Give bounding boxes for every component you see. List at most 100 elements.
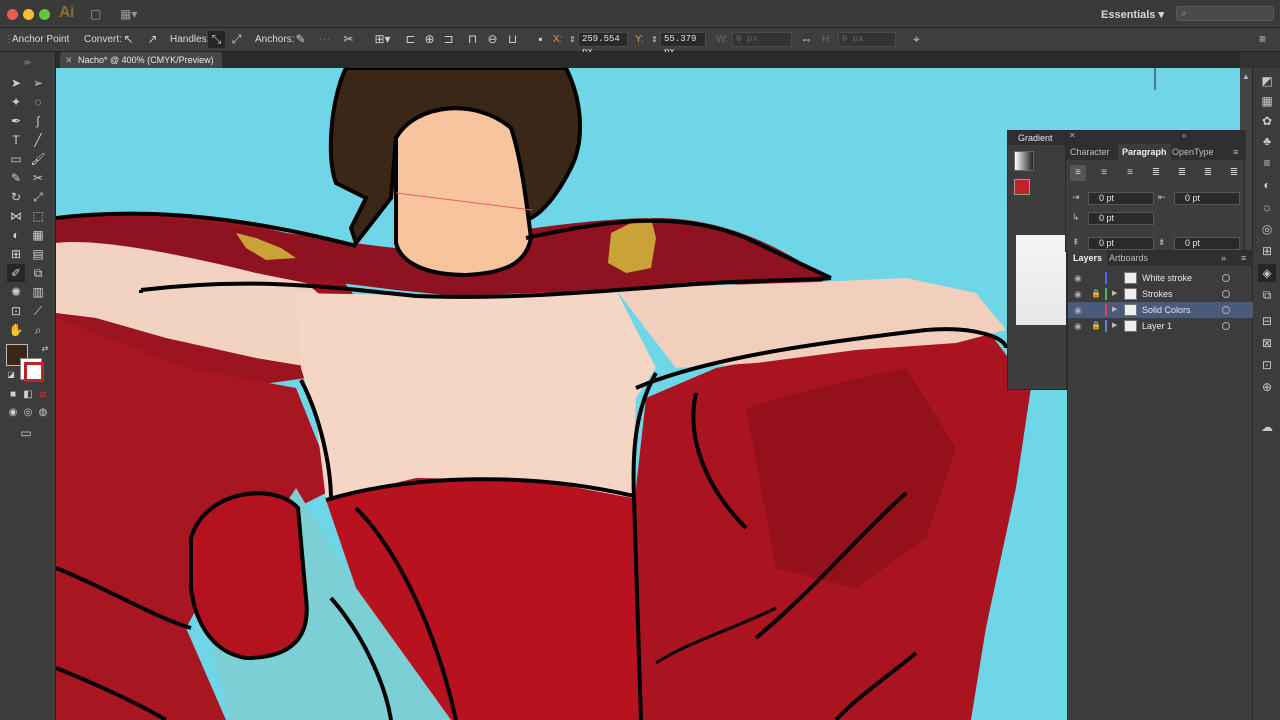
hide-handles-icon[interactable]: ⤢ <box>228 31 245 48</box>
height-field[interactable]: 0 px <box>838 32 896 47</box>
rotate-tool-icon[interactable]: ↻ <box>7 188 25 206</box>
transform-icon[interactable]: ⊡ <box>1258 356 1276 374</box>
layers-icon[interactable]: ◈ <box>1258 264 1276 282</box>
layer-target-icon[interactable] <box>1222 274 1230 282</box>
justify-all-icon[interactable]: ≣ <box>1226 165 1242 181</box>
justify-center-icon[interactable]: ≣ <box>1174 165 1190 181</box>
shape-builder-tool-icon[interactable]: ◐ <box>7 226 25 244</box>
isolate-selected-icon[interactable]: ⌖ <box>908 31 925 48</box>
column-graph-tool-icon[interactable]: ▥ <box>29 283 47 301</box>
layer-row[interactable]: ◉ 🔒 ▶ Layer 1 <box>1068 318 1253 334</box>
libraries-icon[interactable]: ☁ <box>1258 418 1276 436</box>
remove-anchor-icon[interactable]: ✎ <box>292 31 309 48</box>
mesh-tool-icon[interactable]: ⊞ <box>7 245 25 263</box>
perspective-grid-tool-icon[interactable]: ▦ <box>29 226 47 244</box>
align-right-icon[interactable]: ⊐ <box>440 31 457 48</box>
free-transform-tool-icon[interactable]: ⬚ <box>29 207 47 225</box>
left-indent-field[interactable]: 0 pt <box>1088 192 1154 205</box>
selection-tool-icon[interactable]: ➤ <box>7 74 25 92</box>
width-tool-icon[interactable]: ⋈ <box>7 207 25 225</box>
visibility-eye-icon[interactable]: ◉ <box>1074 270 1082 286</box>
visibility-eye-icon[interactable]: ◉ <box>1074 302 1082 318</box>
layer-target-icon[interactable] <box>1222 290 1230 298</box>
curvature-tool-icon[interactable]: ∫ <box>29 112 47 130</box>
constrain-proportions-icon[interactable]: ⇔ <box>798 31 815 48</box>
align-top-icon[interactable]: ⊓ <box>464 31 481 48</box>
gradient-panel-title[interactable]: Gradient <box>1008 131 1068 145</box>
blend-tool-icon[interactable]: ⧉ <box>29 264 47 282</box>
align-to-icon[interactable]: ⊞▾ <box>374 31 391 48</box>
paintbrush-tool-icon[interactable]: 🖌 <box>29 150 47 168</box>
expand-panel-icon[interactable]: » <box>1216 250 1231 266</box>
align-bottom-icon[interactable]: ⊔ <box>504 31 521 48</box>
links-icon[interactable]: ⊕ <box>1258 378 1276 396</box>
visibility-eye-icon[interactable]: ◉ <box>1074 286 1082 302</box>
convert-to-corner-icon[interactable]: ↖ <box>120 31 137 48</box>
justify-left-icon[interactable]: ≣ <box>1148 165 1164 181</box>
align-left-icon[interactable]: ⊏ <box>402 31 419 48</box>
default-fill-stroke-icon[interactable]: ◪ <box>2 366 20 384</box>
show-handles-icon[interactable]: ⤡ <box>208 31 225 48</box>
document-tab[interactable]: ✕ Nacho* @ 400% (CMYK/Preview) <box>60 52 222 68</box>
gradient-icon[interactable]: ◐ <box>1258 176 1276 194</box>
align-right-text-icon[interactable]: ≡ <box>1122 165 1138 181</box>
justify-right-icon[interactable]: ≣ <box>1200 165 1216 181</box>
layer-target-icon[interactable] <box>1222 322 1230 330</box>
first-line-indent-field[interactable]: 0 pt <box>1088 212 1154 225</box>
minimize-window-button[interactable] <box>23 9 34 20</box>
type-tool-icon[interactable]: T <box>7 131 25 149</box>
line-tool-icon[interactable]: ╱ <box>29 131 47 149</box>
control-bar-menu-icon[interactable]: ≡ <box>1254 31 1271 48</box>
help-search-input[interactable]: ⌕ <box>1176 6 1274 21</box>
space-after-field[interactable]: 0 pt <box>1174 237 1240 250</box>
symbols-icon[interactable]: ♣ <box>1258 132 1276 150</box>
appearance-icon[interactable]: ◎ <box>1258 220 1276 238</box>
close-document-icon[interactable]: ✕ <box>65 52 73 68</box>
tab-layers[interactable]: Layers <box>1068 250 1108 266</box>
x-position-field[interactable]: 259.554 px <box>578 32 628 57</box>
align-icon[interactable]: ⊟ <box>1258 312 1276 330</box>
symbol-sprayer-tool-icon[interactable]: ✺ <box>7 283 25 301</box>
artboards-icon[interactable]: ⧉ <box>1258 286 1276 304</box>
zoom-tool-icon[interactable]: ⌕ <box>29 321 47 339</box>
scissors-tool-icon[interactable]: ✂ <box>29 169 47 187</box>
lock-icon[interactable]: 🔒 <box>1091 318 1101 334</box>
space-before-field[interactable]: 0 pt <box>1088 237 1154 250</box>
pathfinder-icon[interactable]: ⊠ <box>1258 334 1276 352</box>
artboard-tool-icon[interactable]: ⊡ <box>7 302 25 320</box>
eyedropper-tool-icon[interactable]: ✐ <box>7 264 25 282</box>
direct-selection-tool-icon[interactable]: ➢ <box>29 74 47 92</box>
expand-layer-icon[interactable]: ▶ <box>1112 318 1117 334</box>
align-center-text-icon[interactable]: ≡ <box>1096 165 1112 181</box>
close-window-button[interactable] <box>7 9 18 20</box>
lasso-tool-icon[interactable]: ◌ <box>29 93 47 111</box>
swatches-icon[interactable]: ▦ <box>1258 92 1276 110</box>
layer-row[interactable]: ◉ ▶ Solid Colors <box>1068 302 1253 318</box>
paragraph-panel-header[interactable]: ✕ « <box>1066 131 1246 144</box>
lock-icon[interactable]: 🔒 <box>1091 286 1101 302</box>
pencil-tool-icon[interactable]: ✎ <box>7 169 25 187</box>
right-indent-field[interactable]: 0 pt <box>1174 192 1240 205</box>
draw-inside-icon[interactable]: ◍ <box>34 404 52 422</box>
layer-name[interactable]: Layer 1 <box>1142 318 1172 334</box>
arrange-documents-icon[interactable]: ▦▾ <box>120 7 137 21</box>
tab-artboards[interactable]: Artboards <box>1104 250 1153 266</box>
bridge-icon[interactable]: ▢ <box>90 7 101 21</box>
magic-wand-tool-icon[interactable]: ✦ <box>7 93 25 111</box>
visibility-eye-icon[interactable]: ◉ <box>1074 318 1082 334</box>
align-center-icon[interactable]: ⊕ <box>421 31 438 48</box>
scroll-up-icon[interactable]: ▲ <box>1242 72 1250 81</box>
layer-name[interactable]: Solid Colors <box>1142 302 1191 318</box>
layer-name[interactable]: White stroke <box>1142 270 1192 286</box>
expand-layer-icon[interactable]: ▶ <box>1112 302 1117 318</box>
stroke-color-swatch[interactable] <box>20 358 44 382</box>
tab-opentype[interactable]: OpenType <box>1168 144 1218 160</box>
gradient-slider[interactable] <box>1016 235 1066 325</box>
collapse-panel-icon[interactable]: « <box>1182 131 1186 140</box>
toolbar-collapse-icon[interactable]: ≫ <box>18 54 36 72</box>
layer-target-icon[interactable] <box>1222 306 1230 314</box>
workspace-switcher[interactable]: Essentials ▾ <box>1101 8 1164 21</box>
gradient-swatch[interactable] <box>1014 151 1034 171</box>
rectangle-tool-icon[interactable]: ▭ <box>7 150 25 168</box>
reference-point-icon[interactable]: ▪ <box>532 31 549 48</box>
